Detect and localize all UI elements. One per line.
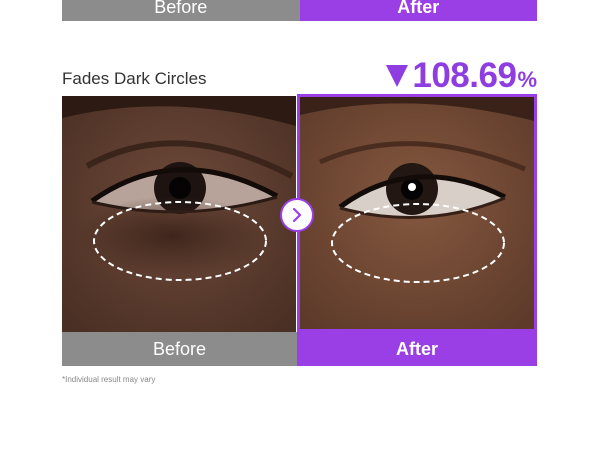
disclaimer-note: *Individual result may vary <box>62 375 156 384</box>
after-label: After <box>297 332 537 366</box>
before-after-comparison: Before After <box>62 94 537 366</box>
top-before-label: Before <box>62 0 300 21</box>
top-after-label: After <box>299 0 537 21</box>
triangle-down-icon <box>386 64 409 87</box>
stat-unit: % <box>517 67 537 92</box>
top-comparison-bar: Before After <box>62 0 537 21</box>
compare-next-button[interactable] <box>280 198 314 232</box>
section-title: Fades Dark Circles <box>62 69 207 88</box>
improvement-stat: 108.69 % <box>386 58 537 93</box>
before-photo <box>62 96 296 334</box>
comparison-labels: Before After <box>62 332 537 366</box>
chevron-right-icon <box>292 207 302 223</box>
after-photo <box>297 94 537 332</box>
before-label: Before <box>62 332 297 366</box>
stat-value: 108.69 <box>412 56 517 95</box>
